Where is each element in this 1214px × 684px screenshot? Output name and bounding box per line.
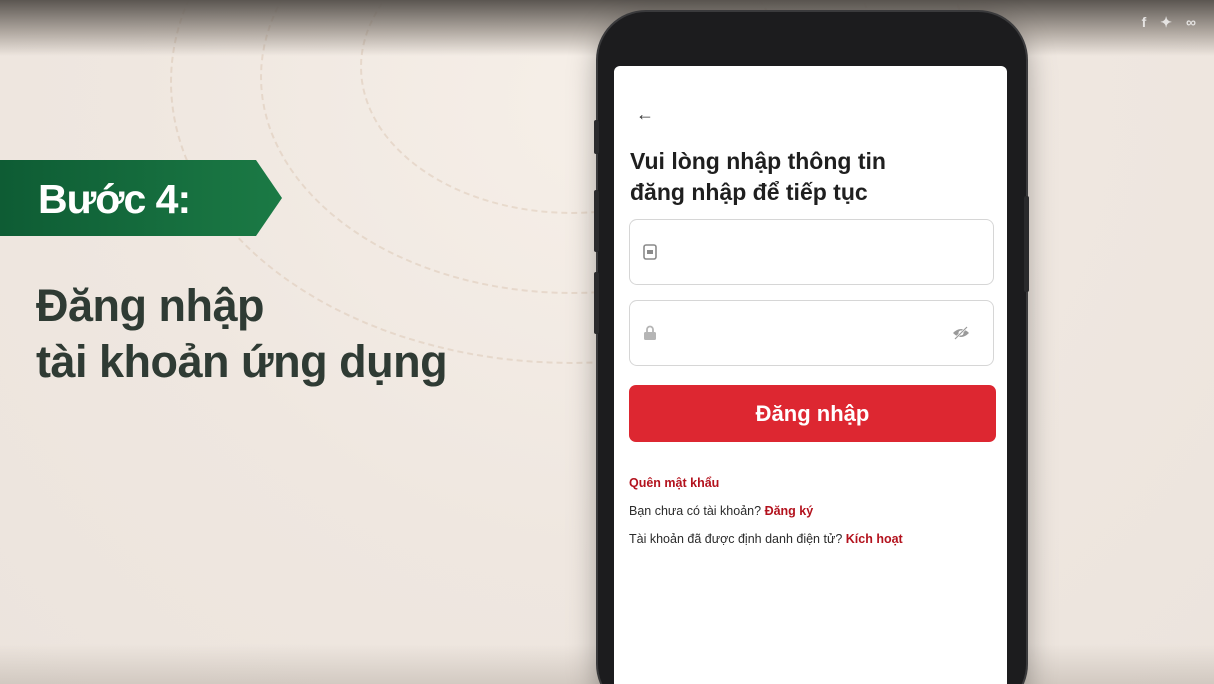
password-field[interactable] [629,300,994,366]
login-button[interactable]: Đăng nhập [629,385,996,442]
register-link[interactable]: Đăng ký [765,504,814,518]
phone-side-button [594,120,599,154]
headline: Đăng nhập tài khoản ứng dụng [36,278,448,390]
login-title-line-2: đăng nhập để tiếp tục [630,179,868,205]
phone-side-button [594,272,599,334]
account-links: Quên mật khẩu Bạn chưa có tài khoản? Đăn… [629,474,903,558]
phone-side-button [594,190,599,252]
phone-power-button [1024,196,1029,292]
back-arrow-icon[interactable]: ← [636,104,654,125]
lock-icon [644,325,656,340]
step-label: Bước 4: [38,176,191,222]
phone-screen: ← Vui lòng nhập thông tin đăng nhập để t… [614,66,1007,684]
headline-line-1: Đăng nhập [36,280,265,331]
share-icons: f ✦ ∞ [1142,14,1196,31]
identified-account-text: Tài khoản đã được định danh điện tử? [629,532,843,546]
twitter-icon[interactable]: ✦ [1160,14,1172,31]
video-frame: f ✦ ∞ Bước 4: Đăng nhập tài khoản ứng dụ… [0,0,1214,684]
link-icon[interactable]: ∞ [1186,14,1196,31]
username-input[interactable] [674,238,948,268]
forgot-password-link[interactable]: Quên mật khẩu [629,476,719,490]
eye-slash-icon[interactable] [951,325,971,341]
facebook-icon[interactable]: f [1142,14,1147,31]
headline-line-2: tài khoản ứng dụng [36,336,448,387]
no-account-text: Bạn chưa có tài khoản? [629,504,762,518]
password-input[interactable] [674,319,938,349]
username-field[interactable] [629,219,994,285]
login-title-line-1: Vui lòng nhập thông tin [630,148,886,174]
activate-link[interactable]: Kích hoạt [846,532,903,546]
login-title: Vui lòng nhập thông tin đăng nhập để tiế… [630,146,990,208]
id-card-icon [643,244,657,260]
